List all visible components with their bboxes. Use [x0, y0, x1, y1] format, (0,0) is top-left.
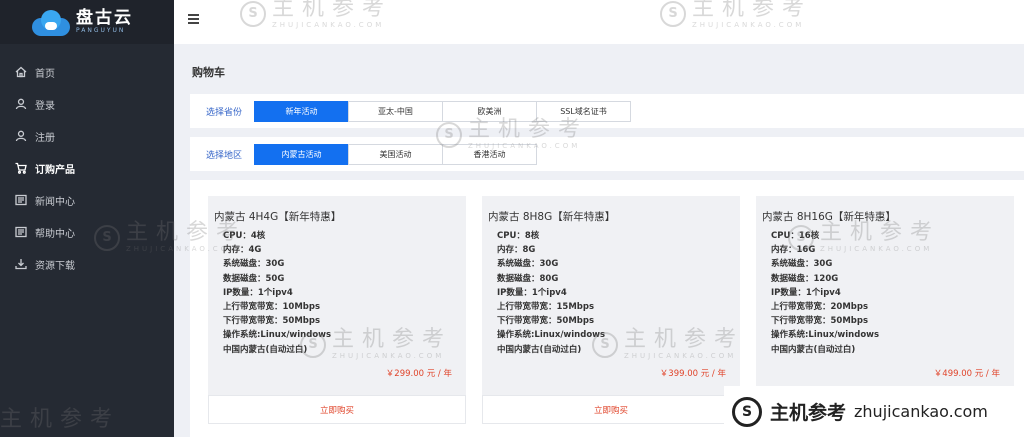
- province-filter-label: 选择省份: [206, 107, 243, 118]
- cloud-logo-icon: [32, 8, 70, 36]
- spec-line: CPU：4核: [223, 231, 266, 241]
- logo-name-en: PANGUYUN: [76, 27, 126, 34]
- sidebar-item-label: 登录: [35, 100, 55, 112]
- sidebar-item-news[interactable]: 新闻中心: [0, 184, 174, 216]
- spec-line: 数据磁盘：120G: [771, 273, 839, 284]
- spec-line: IP数量：1个ipv4: [223, 287, 293, 298]
- region-filter: 选择地区 内蒙古活动 美国活动 香港活动: [190, 137, 1024, 171]
- menu-toggle-icon[interactable]: [188, 14, 199, 24]
- buy-now-button[interactable]: 立即购买: [208, 395, 466, 424]
- help-icon: [14, 226, 27, 239]
- sidebar-item-label: 帮助中心: [35, 228, 75, 240]
- sidebar-item-downloads[interactable]: 资源下载: [0, 248, 174, 280]
- province-option-asia-china[interactable]: 亚太-中国: [348, 100, 443, 122]
- page-title: 购物车: [192, 66, 225, 79]
- sidebar-item-help[interactable]: 帮助中心: [0, 216, 174, 248]
- product-specs: CPU：4核 内存：4G 系统磁盘：30G 数据磁盘：50G IP数量：1个ip…: [223, 229, 331, 357]
- province-option-ssl[interactable]: SSL域名证书: [536, 100, 631, 122]
- sidebar-item-label: 注册: [35, 132, 55, 144]
- watermark-banner: S 主机参考 zhujicankao.com: [724, 386, 1024, 437]
- product-specs: CPU：8核 内存：8G 系统磁盘：30G 数据磁盘：80G IP数量：1个ip…: [497, 229, 605, 357]
- spec-line: 内存：16G: [771, 245, 816, 256]
- product-title: 内蒙古 8H16G【新年特惠】: [762, 211, 896, 223]
- spec-line: CPU：8核: [497, 231, 540, 241]
- spec-line: 中国内蒙古(自动过白): [771, 344, 856, 355]
- product-specs: CPU：16核 内存：16G 系统磁盘：30G 数据磁盘：120G IP数量：1…: [771, 229, 879, 357]
- spec-line: IP数量：1个ipv4: [497, 287, 567, 298]
- region-option-usa[interactable]: 美国活动: [348, 143, 443, 165]
- sidebar-item-label: 新闻中心: [35, 196, 75, 208]
- spec-line: 上行带宽带宽：15Mbps: [497, 302, 595, 313]
- spec-line: 下行带宽带宽：50Mbps: [497, 316, 595, 327]
- download-icon: [14, 258, 27, 271]
- main-content: 购物车 选择省份 新年活动 亚太-中国 欧美洲 SSL域名证书 选择地区 内蒙古…: [174, 44, 1024, 437]
- news-icon: [14, 194, 27, 207]
- sidebar-item-register[interactable]: 注册: [0, 120, 174, 152]
- sidebar-item-home[interactable]: 首页: [0, 56, 174, 88]
- spec-line: 下行带宽带宽：50Mbps: [223, 316, 321, 327]
- product-price: ￥499.00 元 / 年: [933, 369, 1000, 379]
- logo-name: 盘古云: [76, 8, 133, 28]
- spec-line: 上行带宽带宽：10Mbps: [223, 302, 321, 313]
- sidebar-item-label: 资源下载: [35, 260, 75, 272]
- region-option-inner-mongolia[interactable]: 内蒙古活动: [254, 143, 349, 165]
- spec-line: IP数量：1个ipv4: [771, 287, 841, 298]
- top-bar: [174, 0, 1024, 44]
- region-filter-label: 选择地区: [206, 150, 243, 161]
- watermark-logo-icon: S: [732, 396, 762, 427]
- cart-icon: [14, 162, 27, 175]
- product-price: ￥399.00 元 / 年: [659, 369, 726, 379]
- region-option-hongkong[interactable]: 香港活动: [442, 143, 537, 165]
- spec-line: 操作系统:Linux/windows: [497, 330, 606, 341]
- spec-line: 数据磁盘：50G: [223, 273, 285, 284]
- sidebar: 盘古云 PANGUYUN 首页 登录 注册 订购产品 新闻中心 帮助中心 资源下…: [0, 0, 174, 437]
- watermark-banner-url: zhujicankao.com: [854, 402, 988, 421]
- product-card: 内蒙古 4H4G【新年特惠】 CPU：4核 内存：4G 系统磁盘：30G 数据磁…: [208, 196, 466, 424]
- spec-line: 系统磁盘：30G: [497, 259, 559, 270]
- product-card: 内蒙古 8H16G【新年特惠】 CPU：16核 内存：16G 系统磁盘：30G …: [756, 196, 1014, 406]
- spec-line: 操作系统:Linux/windows: [771, 330, 880, 341]
- province-filter: 选择省份 新年活动 亚太-中国 欧美洲 SSL域名证书: [190, 94, 1024, 128]
- sidebar-item-label: 首页: [35, 68, 55, 80]
- province-option-new-year[interactable]: 新年活动: [254, 100, 349, 122]
- user-icon: [14, 98, 27, 111]
- spec-line: 中国内蒙古(自动过白): [223, 344, 308, 355]
- sidebar-nav: 首页 登录 注册 订购产品 新闻中心 帮助中心 资源下载: [0, 44, 174, 280]
- sidebar-item-login[interactable]: 登录: [0, 88, 174, 120]
- product-card: 内蒙古 8H8G【新年特惠】 CPU：8核 内存：8G 系统磁盘：30G 数据磁…: [482, 196, 740, 424]
- spec-line: 系统磁盘：30G: [223, 259, 285, 270]
- sidebar-item-label: 订购产品: [35, 164, 75, 176]
- spec-line: 数据磁盘：80G: [497, 273, 559, 284]
- spec-line: 下行带宽带宽：50Mbps: [771, 316, 869, 327]
- spec-line: 操作系统:Linux/windows: [223, 330, 332, 341]
- product-price: ￥299.00 元 / 年: [385, 369, 452, 379]
- logo[interactable]: 盘古云 PANGUYUN: [0, 0, 174, 44]
- product-title: 内蒙古 8H8G【新年特惠】: [488, 211, 616, 223]
- user-icon: [14, 130, 27, 143]
- product-title: 内蒙古 4H4G【新年特惠】: [214, 211, 342, 223]
- province-option-europe-america[interactable]: 欧美洲: [442, 100, 537, 122]
- watermark-banner-text: 主机参考: [770, 402, 847, 424]
- spec-line: 中国内蒙古(自动过白): [497, 344, 582, 355]
- home-icon: [14, 66, 27, 79]
- sidebar-item-order-products[interactable]: 订购产品: [0, 152, 174, 184]
- spec-line: 系统磁盘：30G: [771, 259, 833, 270]
- spec-line: 内存：4G: [223, 245, 262, 256]
- buy-now-button[interactable]: 立即购买: [482, 395, 740, 424]
- spec-line: 上行带宽带宽：20Mbps: [771, 302, 869, 313]
- spec-line: 内存：8G: [497, 245, 536, 256]
- spec-line: CPU：16核: [771, 231, 820, 241]
